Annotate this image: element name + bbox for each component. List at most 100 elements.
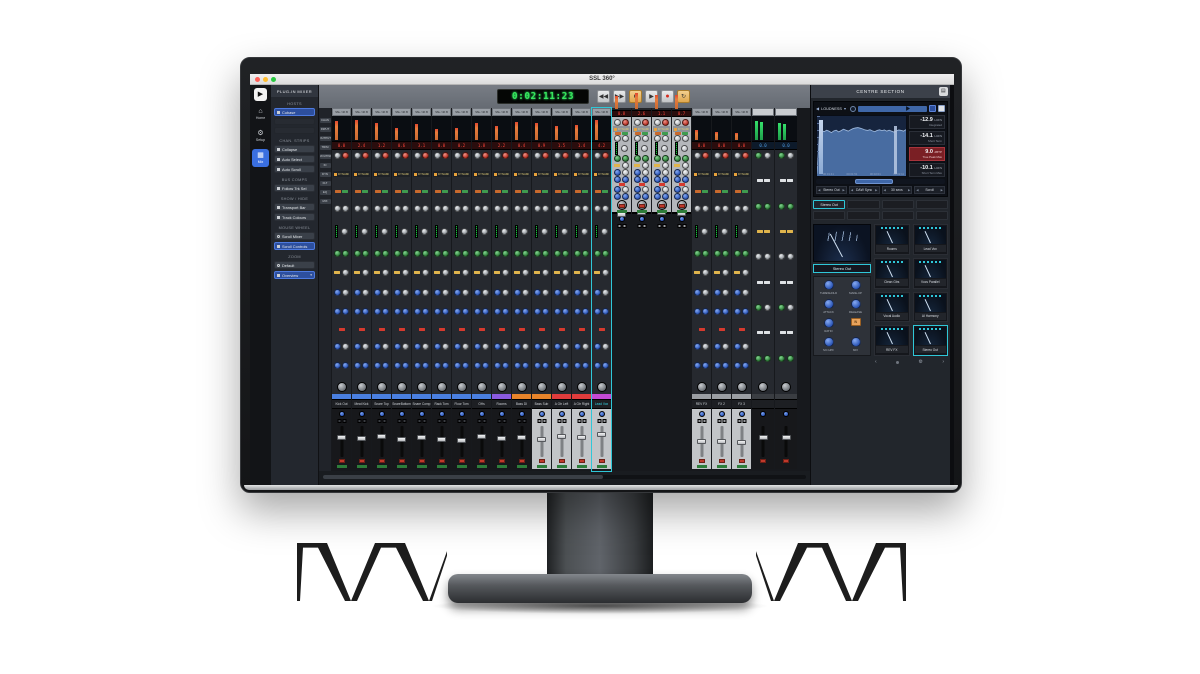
knob[interactable]	[482, 152, 489, 159]
knob[interactable]	[722, 269, 729, 276]
knob[interactable]	[614, 186, 621, 193]
knob[interactable]	[534, 308, 541, 315]
solo-button[interactable]	[357, 419, 361, 423]
output-knob[interactable]	[737, 382, 747, 392]
knob[interactable]	[574, 250, 581, 257]
knob[interactable]	[442, 343, 449, 350]
knob[interactable]	[614, 135, 621, 142]
knob[interactable]	[682, 186, 689, 193]
knob[interactable]	[542, 289, 549, 296]
indicator-chip[interactable]	[599, 328, 605, 331]
bus-meter-tile-rev-fx[interactable]: REV FX	[874, 325, 910, 356]
indicator-chip[interactable]	[735, 190, 741, 193]
plugin-tab[interactable]: SSL / 4K B	[512, 108, 531, 116]
knob[interactable]	[694, 289, 701, 296]
cut-button[interactable]	[579, 459, 585, 463]
vu-source-button[interactable]: Stereo Out	[813, 264, 871, 273]
knob[interactable]	[502, 362, 509, 369]
channel-name[interactable]: Floor Tom	[452, 399, 471, 408]
knob[interactable]	[674, 186, 681, 193]
knob[interactable]	[482, 289, 489, 296]
channel-strip[interactable]: SSL / 4K B0.0DYNAMICSRack Tom	[432, 108, 451, 471]
indicator-chip[interactable]	[442, 190, 448, 193]
cut-button[interactable]	[619, 204, 625, 208]
selector-daw-sync[interactable]: ◀DAW Sync▶	[849, 186, 880, 194]
knob[interactable]	[722, 205, 729, 212]
knob[interactable]	[382, 308, 389, 315]
knob[interactable]	[542, 205, 549, 212]
knob[interactable]	[462, 152, 469, 159]
loudness-dropdown-icon[interactable]: ▾	[844, 106, 846, 111]
indicator-chip[interactable]	[579, 328, 585, 331]
knob[interactable]	[522, 205, 529, 212]
knob[interactable]	[554, 250, 561, 257]
pan-knob[interactable]	[519, 411, 525, 417]
section-label-trim[interactable]: TRIM	[320, 145, 331, 150]
comp-knob-s-c-hpf[interactable]: S/C HPF	[816, 337, 841, 352]
knob[interactable]	[482, 250, 489, 257]
knob[interactable]	[462, 205, 469, 212]
indicator-chip[interactable]	[702, 190, 708, 193]
knob[interactable]	[654, 186, 661, 193]
knob[interactable]	[534, 362, 541, 369]
knob[interactable]	[514, 343, 521, 350]
plugin-tab[interactable]: SSL / 4K B	[392, 108, 411, 116]
knob[interactable]	[562, 269, 569, 276]
knob[interactable]	[342, 308, 349, 315]
channel-name[interactable]: FX 2	[712, 399, 731, 408]
pan-knob[interactable]	[539, 411, 545, 417]
knob[interactable]	[382, 343, 389, 350]
knob[interactable]	[474, 362, 481, 369]
knob[interactable]	[642, 155, 649, 162]
knob[interactable]	[742, 362, 749, 369]
solo-button[interactable]	[457, 419, 461, 423]
knob[interactable]	[494, 362, 501, 369]
knob[interactable]	[634, 176, 641, 183]
knob[interactable]	[694, 152, 701, 159]
knob[interactable]	[462, 308, 469, 315]
channel-strip[interactable]: SSL / 4K B1.2DYNAMICSSnare Top	[372, 108, 391, 471]
rail-item-home[interactable]: ⌂Home	[252, 105, 269, 123]
fader-track[interactable]	[720, 426, 723, 457]
knob[interactable]	[641, 145, 648, 152]
fader-track[interactable]	[560, 426, 563, 457]
channel-name[interactable]: A Gtr Right	[572, 399, 591, 408]
knob[interactable]	[755, 152, 762, 159]
knob[interactable]	[634, 193, 641, 200]
knob[interactable]	[562, 362, 569, 369]
knob[interactable]	[502, 250, 509, 257]
knob[interactable]	[614, 169, 621, 176]
knob[interactable]	[594, 205, 601, 212]
knob[interactable]	[522, 289, 529, 296]
knob[interactable]	[722, 343, 729, 350]
filter-in-chip[interactable]	[714, 271, 720, 274]
knob[interactable]	[682, 193, 689, 200]
channel-name[interactable]: Bass Sub	[532, 399, 551, 408]
knob[interactable]	[702, 289, 709, 296]
indicator-chip[interactable]	[399, 328, 405, 331]
knob[interactable]	[434, 343, 441, 350]
cut-button[interactable]	[339, 459, 345, 463]
indicator-chip[interactable]	[595, 190, 601, 193]
knob[interactable]	[787, 253, 794, 260]
knob[interactable]	[602, 205, 609, 212]
knob[interactable]	[402, 362, 409, 369]
knob[interactable]	[342, 289, 349, 296]
output-knob[interactable]	[557, 382, 567, 392]
knob[interactable]	[554, 152, 561, 159]
filter-in-chip[interactable]	[374, 271, 380, 274]
knob[interactable]	[654, 155, 661, 162]
knob[interactable]	[442, 362, 449, 369]
knob[interactable]	[778, 253, 785, 260]
pager-next-icon[interactable]: ›	[942, 359, 944, 365]
knob[interactable]	[474, 250, 481, 257]
channel-strip[interactable]: SSL / 4K B0.0DYNAMICSREV FX	[692, 108, 711, 471]
chevron-right-icon[interactable]: ▶	[842, 188, 844, 192]
knob[interactable]	[494, 308, 501, 315]
indicator-chip[interactable]	[439, 328, 445, 331]
solo-button[interactable]	[597, 419, 601, 423]
output-knob[interactable]	[397, 382, 407, 392]
indicator-chip[interactable]	[515, 190, 521, 193]
indicator-chip[interactable]	[542, 190, 548, 193]
knob[interactable]	[402, 152, 409, 159]
